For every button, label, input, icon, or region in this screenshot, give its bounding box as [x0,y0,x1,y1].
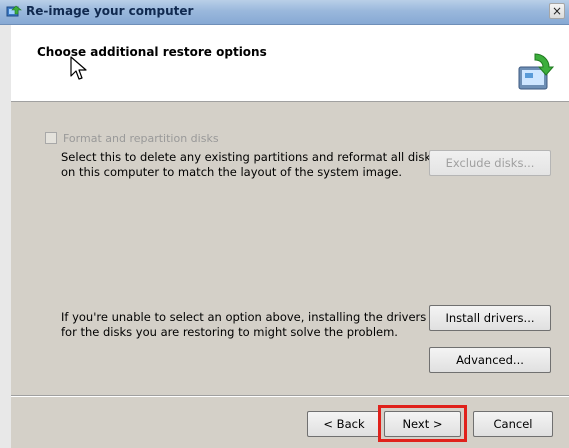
format-description: Select this to delete any existing parti… [61,150,437,180]
drivers-description-line2: for the disks you are restoring to might… [61,325,398,339]
dialog-header: Choose additional restore options [11,25,569,102]
drivers-description: If you're unable to select an option abo… [61,310,426,340]
cancel-button[interactable]: Cancel [473,411,553,437]
format-description-line1: Select this to delete any existing parti… [61,150,438,164]
format-disks-label: Format and repartition disks [63,132,219,145]
advanced-button[interactable]: Advanced... [429,347,551,373]
drivers-description-line1: If you're unable to select an option abo… [61,310,427,324]
install-drivers-button[interactable]: Install drivers... [429,305,551,331]
close-button[interactable]: × [549,3,565,19]
mouse-cursor-icon [70,56,87,80]
exclude-disks-button[interactable]: Exclude disks... [429,150,551,176]
computer-restore-icon [518,53,555,90]
next-button[interactable]: Next > [384,411,461,437]
back-button[interactable]: < Back [307,411,381,437]
window-title: Re-image your computer [26,4,194,18]
format-description-line2: on this computer to match the layout of … [61,165,403,179]
dialog-footer: < Back Next > Cancel [11,397,569,448]
backup-restore-icon [6,5,22,17]
options-panel: Format and repartition disks Select this… [11,102,569,394]
reimage-dialog: Re-image your computer × Choose addition… [0,0,569,448]
close-icon: × [551,4,563,18]
title-bar[interactable]: Re-image your computer × [0,0,569,25]
format-disks-checkbox[interactable] [45,132,57,144]
left-border [0,25,11,448]
